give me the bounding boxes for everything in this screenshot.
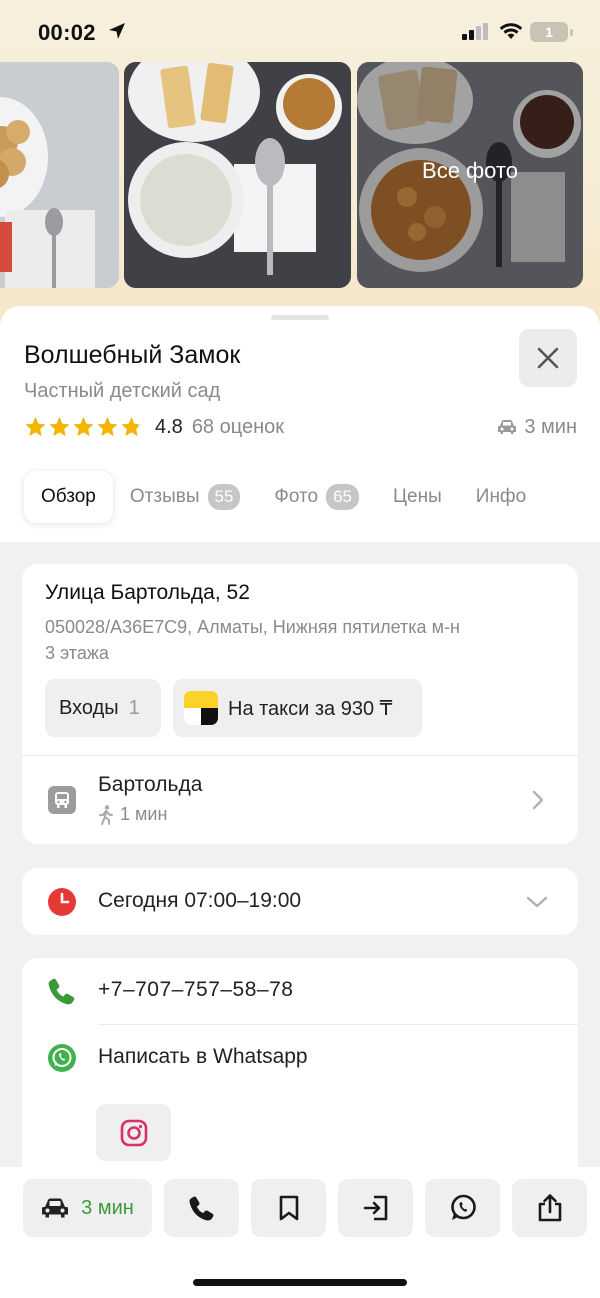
place-header: Волшебный Замок Частный детский сад 4.8 …: [0, 306, 600, 542]
signal-icon: [462, 23, 488, 40]
tab-overview[interactable]: Обзор: [24, 471, 113, 523]
rating-count: 68 оценок: [191, 415, 285, 438]
bookmark-button[interactable]: [251, 1179, 326, 1237]
tab-label: Фото: [274, 486, 319, 507]
phone-number[interactable]: +7‒707‒757‒58‒78: [98, 978, 293, 1002]
photo-thumbnail[interactable]: [124, 62, 351, 288]
hours-card[interactable]: Сегодня 07:00–19:00: [22, 868, 578, 935]
tab-reviews[interactable]: Отзывы 55: [113, 471, 258, 523]
taxi-logo-icon: [184, 691, 218, 725]
share-icon: [538, 1194, 561, 1222]
battery-cap: [570, 29, 573, 36]
close-icon: [537, 347, 559, 369]
bookmark-icon: [279, 1195, 298, 1221]
phone-icon: [48, 978, 75, 1005]
photo-thumbnail[interactable]: [0, 62, 119, 288]
transit-stop-name[interactable]: Бартольда: [98, 773, 202, 797]
star-icon: [73, 417, 94, 437]
taxi-label: На такси за 930 ₸: [228, 697, 393, 720]
wifi-icon: [499, 23, 523, 39]
tab-badge: 55: [207, 484, 241, 510]
tab-label: Инфо: [475, 486, 527, 507]
tab-info[interactable]: Инфо: [459, 471, 543, 523]
clock-icon: [48, 888, 76, 916]
walk-time: 1 мин: [120, 804, 168, 824]
entrances-action-button[interactable]: [338, 1179, 413, 1237]
drive-time[interactable]: 3 мин: [497, 413, 577, 441]
address-street[interactable]: Улица Бартольда, 52: [45, 581, 250, 605]
battery-indicator: 1: [530, 22, 568, 42]
tab-label: Обзор: [41, 486, 96, 507]
tab-prices[interactable]: Цены: [376, 471, 459, 523]
address-floors: 3 этажа: [45, 643, 109, 663]
whatsapp-icon: [450, 1194, 476, 1220]
transit-walk: 1 мин: [98, 804, 167, 825]
route-button[interactable]: 3 мин: [23, 1179, 152, 1237]
tab-label: Цены: [393, 486, 442, 507]
sheet-handle[interactable]: [271, 315, 329, 320]
whatsapp-icon: [48, 1044, 76, 1072]
tab-label: Отзывы: [129, 486, 200, 507]
star-icon: [97, 417, 118, 437]
status-time: 00:02: [38, 20, 96, 45]
entrances-label: Входы: [59, 696, 119, 719]
tab-badge: 65: [326, 484, 359, 510]
bus-stop-icon: [48, 786, 76, 814]
close-button[interactable]: [519, 329, 577, 387]
walk-icon: [99, 804, 113, 825]
tab-photos[interactable]: Фото 65: [257, 471, 376, 523]
instagram-button[interactable]: [96, 1104, 171, 1161]
chevron-right-icon[interactable]: [531, 789, 545, 811]
rating-value: 4.8: [155, 415, 183, 438]
divider: [22, 755, 578, 756]
address-postal: 050028/A36E7C9, Алматы, Нижняя пятилетка…: [45, 617, 460, 637]
divider: [98, 1024, 578, 1025]
place-title: Волшебный Замок: [24, 341, 241, 369]
car-icon: [42, 1198, 69, 1218]
car-icon: [498, 420, 517, 434]
battery-level: 1: [545, 24, 553, 40]
star-icon: [49, 417, 70, 437]
entrances-button[interactable]: Входы 1: [45, 679, 161, 737]
home-indicator: [193, 1279, 407, 1286]
tabs: Обзор Отзывы 55 Фото 65 Цены Инфо: [24, 471, 543, 523]
location-arrow-icon: [109, 23, 125, 39]
whatsapp-link[interactable]: Написать в Whatsapp: [98, 1045, 308, 1069]
entrance-icon: [363, 1195, 387, 1221]
all-photos-tile[interactable]: Все фото: [357, 62, 583, 288]
status-bar: 00:02 1: [0, 0, 600, 62]
all-photos-label: Все фото: [422, 158, 518, 183]
rating-stars: [24, 416, 143, 438]
star-icon: [121, 417, 142, 437]
call-button[interactable]: [164, 1179, 239, 1237]
rating-row[interactable]: 4.8 68 оценок: [24, 413, 284, 441]
route-time: 3 мин: [81, 1196, 134, 1219]
place-card-sheet: Волшебный Замок Частный детский сад 4.8 …: [0, 306, 600, 1298]
star-icon: [25, 417, 46, 437]
place-category: Частный детский сад: [24, 380, 221, 402]
drive-time-text: 3 мин: [524, 415, 577, 438]
taxi-button[interactable]: На такси за 930 ₸: [173, 679, 422, 737]
chevron-down-icon[interactable]: [525, 895, 549, 909]
hours-text: Сегодня 07:00–19:00: [98, 889, 302, 912]
address-details: 050028/A36E7C9, Алматы, Нижняя пятилетка…: [45, 614, 460, 666]
whatsapp-button[interactable]: [425, 1179, 500, 1237]
instagram-icon: [120, 1119, 147, 1146]
share-button[interactable]: [512, 1179, 587, 1237]
entrances-count: 1: [128, 696, 140, 719]
phone-icon: [189, 1196, 214, 1221]
address-card: Улица Бартольда, 52 050028/A36E7C9, Алма…: [22, 564, 578, 844]
